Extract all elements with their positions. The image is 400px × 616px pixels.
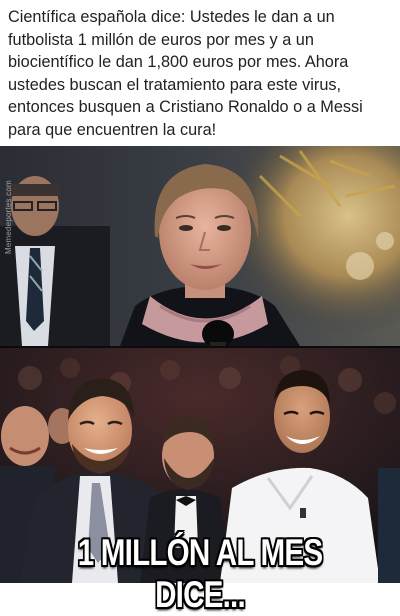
watermark-text: Memedeportes.com <box>4 180 13 254</box>
scientist-interview-photo <box>0 146 400 346</box>
top-caption-text: Científica española dice: Ustedes le dan… <box>0 0 400 146</box>
bottom-caption-text: 1 MILLÓN AL MES DICE... <box>77 532 323 615</box>
